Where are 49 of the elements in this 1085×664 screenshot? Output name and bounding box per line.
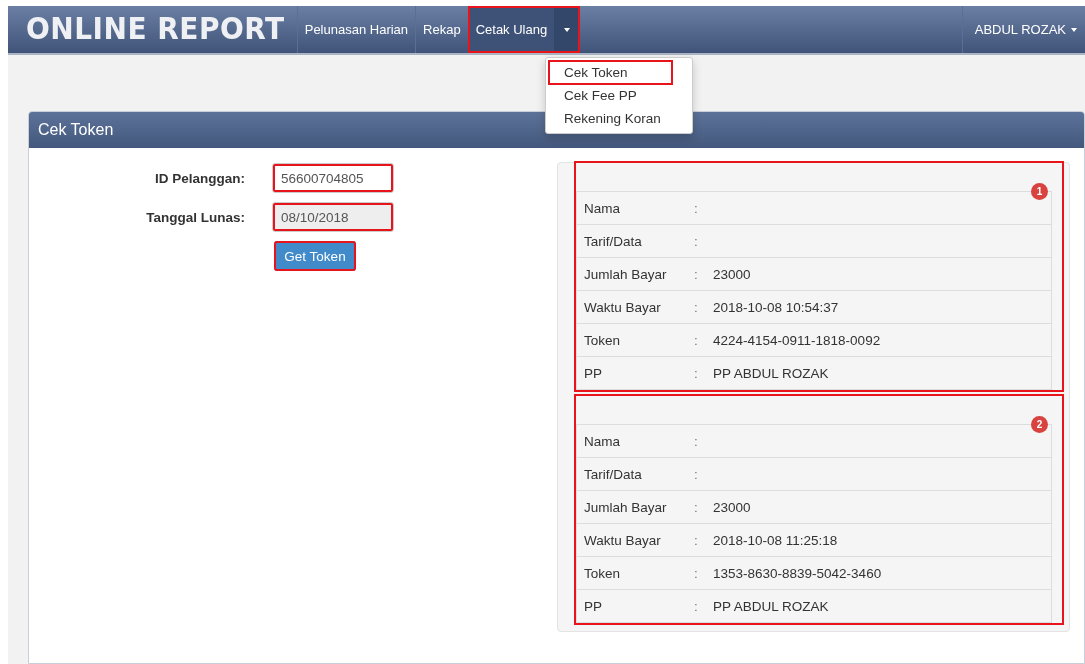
user-menu[interactable]: ABDUL ROZAK bbox=[961, 6, 1085, 53]
caret-icon bbox=[564, 27, 571, 32]
number-badge: 1 bbox=[1031, 183, 1048, 200]
table-cell: PP ABDUL ROZAK bbox=[713, 598, 829, 614]
separator: : bbox=[694, 365, 699, 381]
separator: : bbox=[694, 598, 699, 614]
caret-icon bbox=[1071, 27, 1077, 32]
separator: : bbox=[694, 233, 699, 249]
table-cell-text: Tarif/Data bbox=[583, 233, 643, 249]
separator: : bbox=[694, 332, 699, 348]
input-field[interactable]: 56600704805 bbox=[272, 163, 394, 193]
separator: : bbox=[694, 200, 699, 216]
separator: : bbox=[694, 466, 699, 482]
number-badge: 2 bbox=[1031, 416, 1048, 433]
get-token-button[interactable]: Get Token bbox=[274, 241, 356, 271]
table-cell: 2018-10-08 10:54:37 bbox=[713, 299, 839, 315]
table-cell-text: Token bbox=[583, 565, 622, 581]
table-cell: PP ABDUL ROZAK bbox=[713, 365, 829, 381]
table-cell-text: Waktu Bayar bbox=[583, 532, 662, 548]
separator: : bbox=[694, 433, 699, 449]
table-cell: 2018-10-08 11:25:18 bbox=[713, 532, 838, 548]
table-cell: 23000 bbox=[713, 499, 751, 515]
table-cell: 23000 bbox=[713, 266, 751, 282]
table-cell: 1353-8630-8839-5042-3460 bbox=[713, 565, 882, 581]
nav-link[interactable]: Cetak Ulang bbox=[467, 6, 555, 53]
separator: : bbox=[694, 532, 699, 548]
separator: : bbox=[694, 266, 699, 282]
separator: : bbox=[694, 499, 699, 515]
separator: : bbox=[694, 565, 699, 581]
table-cell-text: PP bbox=[583, 598, 603, 614]
table-cell-text: Jumlah Bayar bbox=[583, 499, 668, 515]
menu-item[interactable]: Rekening Koran bbox=[549, 107, 672, 130]
table-cell-text: Nama bbox=[583, 200, 621, 216]
field-label: Tanggal Lunas: bbox=[145, 209, 246, 225]
table-cell-text: Token bbox=[583, 332, 622, 348]
separator: : bbox=[694, 299, 699, 315]
field-label: ID Pelanggan: bbox=[154, 170, 246, 186]
table-cell: 4224-4154-0911-1818-0092 bbox=[713, 332, 881, 348]
menu-item[interactable]: Cek Token bbox=[549, 61, 672, 84]
nav-link[interactable]: Rekap bbox=[415, 6, 468, 53]
dropdown-toggle[interactable] bbox=[554, 6, 581, 53]
menu-item[interactable]: Cek Fee PP bbox=[549, 84, 672, 107]
table-cell-text: Waktu Bayar bbox=[583, 299, 662, 315]
table-cell-text: Nama bbox=[583, 433, 621, 449]
table-cell-text: Tarif/Data bbox=[583, 466, 643, 482]
nav-link[interactable]: Pelunasan Harian bbox=[296, 6, 416, 53]
brand-title: ONLINE REPORT bbox=[25, 11, 286, 49]
table-cell-text: Jumlah Bayar bbox=[583, 266, 668, 282]
table-cell-text: PP bbox=[583, 365, 603, 381]
